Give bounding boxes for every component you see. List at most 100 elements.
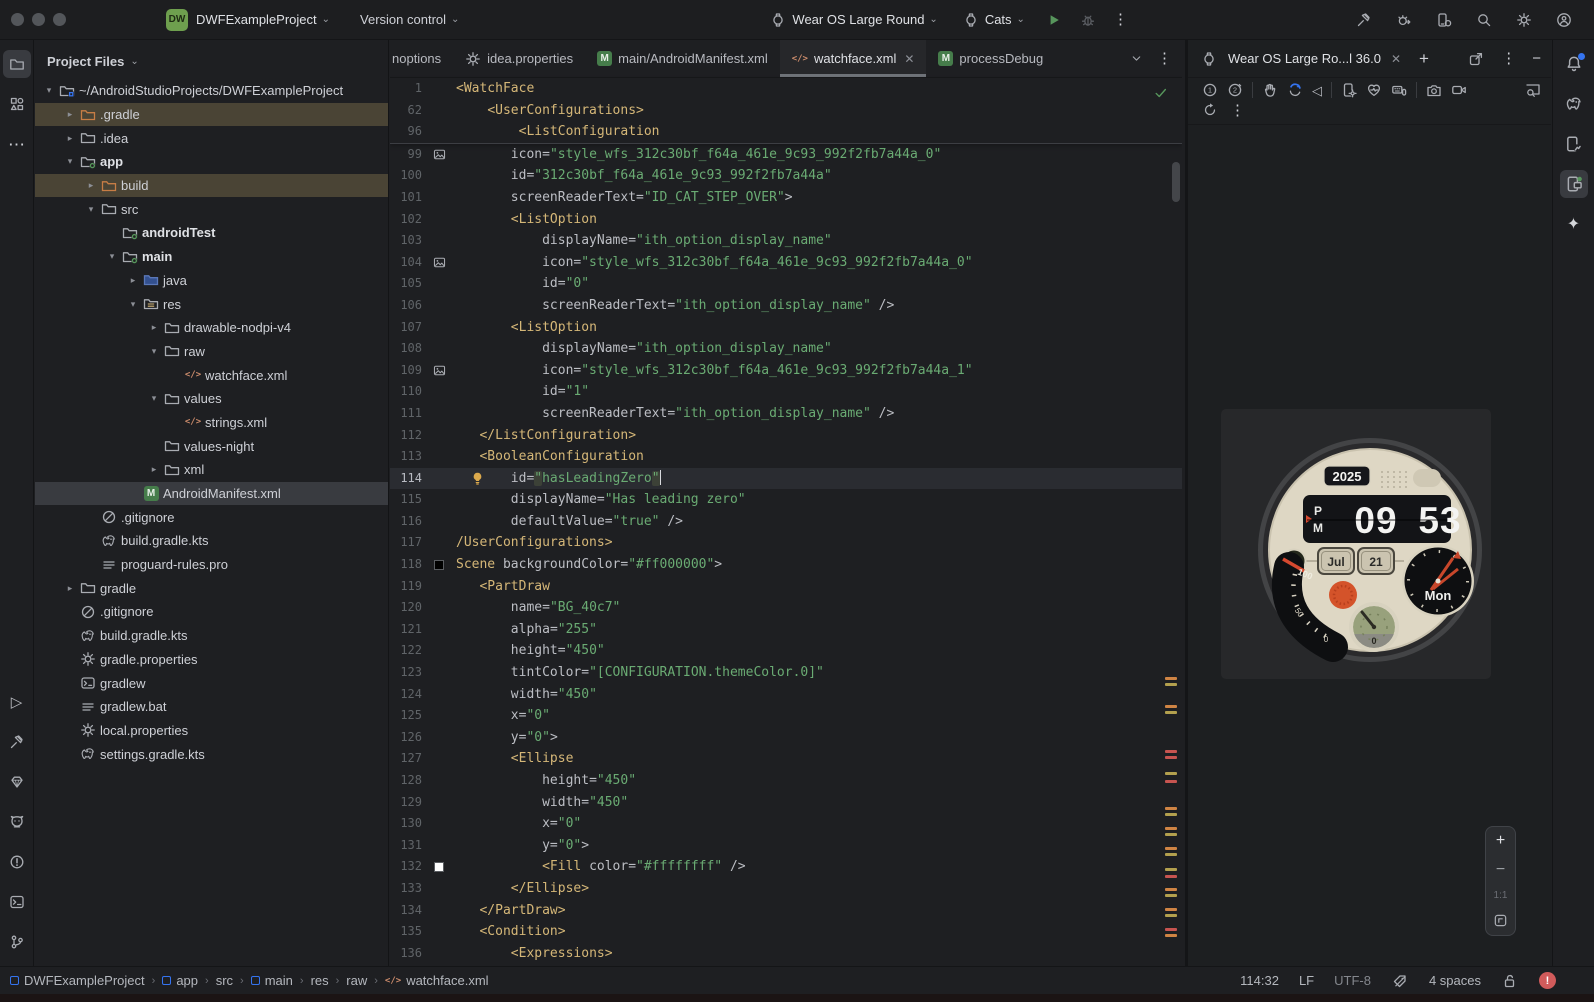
more-actions-kebab-icon[interactable]: ⋮ bbox=[1113, 12, 1128, 27]
tab-main/AndroidManifest.xml[interactable]: Mmain/AndroidManifest.xml bbox=[585, 40, 780, 77]
tree-twist-icon[interactable]: ▾ bbox=[146, 393, 162, 404]
error-notification-icon[interactable]: ! bbox=[1539, 972, 1556, 989]
stripe-mark[interactable] bbox=[1165, 711, 1177, 714]
code-line-114[interactable]: 114 id="hasLeadingZero" bbox=[390, 468, 1182, 490]
hide-panel-icon[interactable]: − bbox=[1532, 51, 1541, 66]
tree-item-.gitignore[interactable]: .gitignore bbox=[35, 505, 388, 529]
tree-twist-icon[interactable]: ▾ bbox=[125, 299, 141, 310]
stripe-mark[interactable] bbox=[1165, 813, 1177, 816]
stripe-mark[interactable] bbox=[1165, 750, 1177, 753]
tree-twist-icon[interactable]: ▸ bbox=[146, 322, 162, 333]
run-configuration-selector[interactable]: Cats ⌄ bbox=[962, 11, 1025, 29]
code-line-96[interactable]: 96 <ListConfiguration bbox=[390, 121, 1182, 143]
code-line-113[interactable]: 113 <BooleanConfiguration bbox=[390, 446, 1182, 468]
zoom-out-button[interactable]: − bbox=[1496, 861, 1505, 879]
tree-item-settings.gradle.kts[interactable]: settings.gradle.kts bbox=[35, 742, 388, 766]
breadcrumb-app[interactable]: app bbox=[162, 973, 198, 988]
code-line-125[interactable]: 125 x="0" bbox=[390, 705, 1182, 727]
vcs-menu[interactable]: Version control ⌄ bbox=[360, 12, 459, 27]
tree-item-watchface.xml[interactable]: </> watchface.xml bbox=[35, 363, 388, 387]
zoom-actual-size-button[interactable]: 1:1 bbox=[1494, 890, 1508, 901]
screen-record-icon[interactable] bbox=[1451, 82, 1467, 98]
tool-gemini-sparkle[interactable]: ✦ bbox=[1560, 210, 1588, 238]
profiler-icon[interactable] bbox=[1396, 12, 1412, 28]
code-line-103[interactable]: 103 displayName="ith_option_display_name… bbox=[390, 230, 1182, 252]
tree-twist-icon[interactable]: ▾ bbox=[41, 85, 57, 96]
tree-item-strings.xml[interactable]: </> strings.xml bbox=[35, 411, 388, 435]
code-line-105[interactable]: 105 id="0" bbox=[390, 273, 1182, 295]
tree-item-drawable-nodpi-v4[interactable]: ▸ drawable-nodpi-v4 bbox=[35, 316, 388, 340]
tool-run-outline[interactable]: ▷ bbox=[3, 688, 31, 716]
back-icon[interactable]: ◁ bbox=[1312, 84, 1322, 97]
line-ending[interactable]: LF bbox=[1299, 973, 1314, 988]
code-line-115[interactable]: 115 displayName="Has leading zero" bbox=[390, 489, 1182, 511]
rotate-icon[interactable] bbox=[1287, 82, 1303, 98]
stripe-mark[interactable] bbox=[1165, 756, 1177, 759]
screen-search-icon[interactable] bbox=[1525, 82, 1541, 98]
code-line-102[interactable]: 102 <ListOption bbox=[390, 209, 1182, 231]
tool-logcat-cat[interactable] bbox=[3, 808, 31, 836]
device-screen[interactable]: 2025 P M 09 53 bbox=[1221, 409, 1491, 679]
stripe-mark[interactable] bbox=[1165, 888, 1177, 891]
code-line-120[interactable]: 120 name="BG_40c7" bbox=[390, 597, 1182, 619]
code-line-110[interactable]: 110 id="1" bbox=[390, 381, 1182, 403]
tree-item-.idea[interactable]: ▸ .idea bbox=[35, 126, 388, 150]
settings-icon[interactable] bbox=[1516, 12, 1532, 28]
tool-project-folder[interactable] bbox=[3, 50, 31, 78]
tool-resource-manager[interactable] bbox=[3, 90, 31, 118]
code-line-1[interactable]: 1 <WatchFace bbox=[390, 78, 1182, 100]
reset-icon[interactable] bbox=[1202, 102, 1218, 118]
stripe-mark[interactable] bbox=[1165, 807, 1177, 810]
tree-item-AndroidManifest.xml[interactable]: M AndroidManifest.xml bbox=[35, 482, 388, 506]
search-icon[interactable] bbox=[1476, 12, 1492, 28]
stripe-mark[interactable] bbox=[1165, 875, 1177, 878]
open-in-window-icon[interactable] bbox=[1467, 50, 1485, 68]
code-line-108[interactable]: 108 displayName="ith_option_display_name… bbox=[390, 338, 1182, 360]
tree-item-values[interactable]: ▾ values bbox=[35, 387, 388, 411]
tree-twist-icon[interactable]: ▸ bbox=[62, 109, 78, 120]
stripe-mark[interactable] bbox=[1165, 894, 1177, 897]
tree-twist-icon[interactable]: ▸ bbox=[62, 583, 78, 594]
code-line-124[interactable]: 124 width="450" bbox=[390, 684, 1182, 706]
code-line-132[interactable]: 132 <Fill color="#ffffffff" /> bbox=[390, 856, 1182, 878]
tree-item-res[interactable]: ▾ res bbox=[35, 292, 388, 316]
stripe-mark[interactable] bbox=[1165, 853, 1177, 856]
tree-item-.gitignore[interactable]: .gitignore bbox=[35, 600, 388, 624]
code-line-129[interactable]: 129 width="450" bbox=[390, 792, 1182, 814]
tree-twist-icon[interactable]: ▸ bbox=[146, 464, 162, 475]
minimize-window-icon[interactable] bbox=[32, 13, 45, 26]
palm-icon[interactable] bbox=[1262, 82, 1278, 98]
error-stripe[interactable] bbox=[1165, 40, 1179, 966]
input-devices-icon[interactable] bbox=[1391, 82, 1407, 98]
unlock-icon[interactable] bbox=[1501, 972, 1519, 990]
build-hammer-icon[interactable] bbox=[1356, 12, 1372, 28]
tree-item-local.properties[interactable]: local.properties bbox=[35, 719, 388, 743]
breadcrumb-watchface.xml[interactable]: </>watchface.xml bbox=[385, 973, 489, 988]
tree-item-main[interactable]: ▾ main bbox=[35, 245, 388, 269]
tree-item-build[interactable]: ▸ build bbox=[35, 174, 388, 198]
avatar-icon[interactable] bbox=[1556, 12, 1572, 28]
tree-item-proguard-rules.pro[interactable]: proguard-rules.pro bbox=[35, 553, 388, 577]
tree-item-build.gradle.kts[interactable]: build.gradle.kts bbox=[35, 624, 388, 648]
stripe-mark[interactable] bbox=[1165, 908, 1177, 911]
tree-twist-icon[interactable]: ▾ bbox=[62, 156, 78, 167]
close-tab-icon[interactable]: ✕ bbox=[904, 52, 914, 66]
tree-item-gradle.properties[interactable]: gradle.properties bbox=[35, 648, 388, 672]
tab-watchface.xml[interactable]: </>watchface.xml ✕ bbox=[780, 40, 927, 77]
code-line-123[interactable]: 123 tintColor="[CONFIGURATION.themeColor… bbox=[390, 662, 1182, 684]
tree-twist-icon[interactable]: ▾ bbox=[83, 204, 99, 215]
code-line-131[interactable]: 131 y="0"> bbox=[390, 835, 1182, 857]
tool-gradle-elephant[interactable] bbox=[1560, 90, 1588, 118]
heart-rate-icon[interactable] bbox=[1366, 82, 1382, 98]
tab-processDebug[interactable]: MprocessDebug bbox=[926, 40, 1043, 77]
tool-more-horizontal[interactable]: ⋯ bbox=[3, 130, 31, 158]
stripe-mark[interactable] bbox=[1165, 772, 1177, 775]
code-line-136[interactable]: 136 <Expressions> bbox=[390, 943, 1182, 965]
breadcrumb-res[interactable]: res bbox=[311, 973, 329, 988]
device-manager-icon[interactable] bbox=[1436, 12, 1452, 28]
caret-position[interactable]: 114:32 bbox=[1240, 973, 1279, 988]
breadcrumb-DWFExampleProject[interactable]: DWFExampleProject bbox=[10, 973, 145, 988]
stripe-mark[interactable] bbox=[1165, 934, 1177, 937]
panel-options-kebab-icon[interactable]: ⋮ bbox=[1501, 51, 1516, 66]
tree-item-src[interactable]: ▾ src bbox=[35, 197, 388, 221]
